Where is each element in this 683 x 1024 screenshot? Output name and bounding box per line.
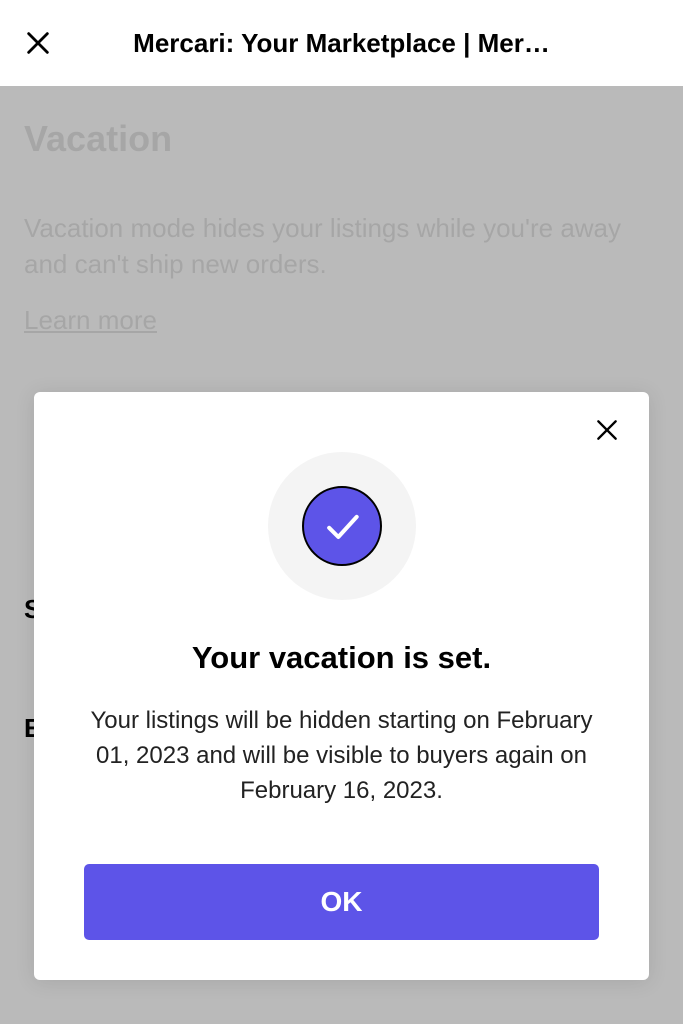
header-close-button[interactable] bbox=[22, 27, 54, 59]
app-header: Mercari: Your Marketplace | Mer… bbox=[0, 0, 683, 86]
confirmation-modal: Your vacation is set. Your listings will… bbox=[34, 392, 649, 980]
page-title: Mercari: Your Marketplace | Mer… bbox=[54, 28, 661, 59]
check-badge bbox=[268, 452, 416, 600]
modal-title: Your vacation is set. bbox=[62, 640, 621, 676]
checkmark-icon bbox=[320, 504, 364, 548]
modal-body-text: Your listings will be hidden starting on… bbox=[62, 704, 621, 808]
check-circle bbox=[302, 486, 382, 566]
close-icon bbox=[24, 29, 52, 57]
modal-close-button[interactable] bbox=[591, 414, 623, 446]
ok-button[interactable]: OK bbox=[84, 864, 598, 940]
close-icon bbox=[594, 417, 620, 443]
